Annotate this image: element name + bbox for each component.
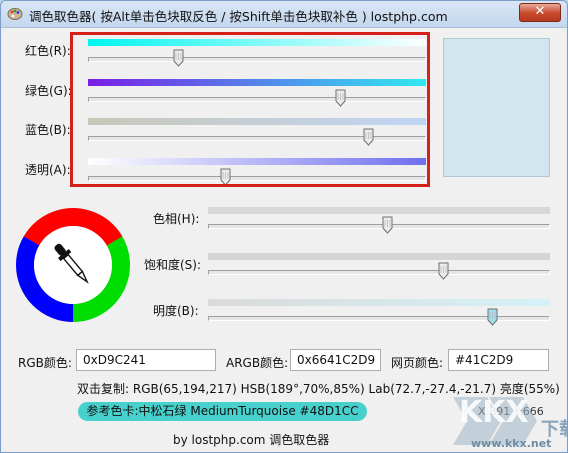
argb-value-field[interactable]: 0x6641C2D9 — [290, 349, 381, 371]
rgb-label: RGB颜色: — [18, 356, 72, 370]
slider-thumb-sliders_hsb-2[interactable] — [487, 308, 498, 326]
watermark-shape-icon — [453, 397, 537, 445]
slider-thumb-sliders_hsb-1[interactable] — [438, 262, 449, 280]
watermark-sub: 下载 — [541, 419, 567, 440]
slider-track-sliders_hsb-0[interactable] — [208, 224, 550, 229]
web-color-field[interactable]: #41C2D9 — [448, 349, 549, 371]
close-button[interactable]: ✕ — [519, 3, 561, 22]
color-preview-swatch[interactable] — [443, 38, 550, 177]
watermark-logo: KKX 下载 www.kkx.net — [449, 393, 567, 451]
color-gradient-bar-sliders_hsb-2[interactable] — [208, 299, 550, 306]
slider-thumb-sliders_hsb-0[interactable] — [382, 216, 393, 234]
slider-label-sliders_top-3: 透明(A): — [25, 162, 71, 177]
color-gradient-bar-sliders_hsb-0[interactable] — [208, 207, 550, 214]
reference-color-badge[interactable]: 参考色卡:中松石绿 MediumTurquoise #48D1CC — [78, 402, 367, 421]
watermark-url: www.kkx.net — [471, 437, 552, 450]
window-title: 调色取色器( 按Alt单击色块取反色 / 按Shift单击色块取补色 ) los… — [29, 9, 448, 24]
title-bar[interactable]: 调色取色器( 按Alt单击色块取反色 / 按Shift单击色块取补色 ) los… — [1, 1, 567, 28]
color-picker-window: 调色取色器( 按Alt单击色块取反色 / 按Shift单击色块取补色 ) los… — [0, 0, 568, 453]
slider-track-sliders_hsb-1[interactable] — [208, 270, 550, 275]
slider-label-sliders_top-0: 红色(R): — [25, 44, 71, 58]
palette-icon — [7, 8, 23, 20]
footer-credit[interactable]: by lostphp.com 调色取色器 — [173, 431, 329, 448]
slider-label-sliders_top-1: 绿色(G): — [25, 83, 72, 98]
slider-label-sliders_top-2: 蓝色(B): — [25, 123, 71, 137]
highlight-box — [70, 32, 430, 187]
color-gradient-bar-sliders_hsb-1[interactable] — [208, 253, 550, 260]
slider-label-sliders_hsb-2: 明度(B): — [153, 304, 199, 318]
copy-values-line[interactable]: 双击复制: RGB(65,194,217) HSB(189°,70%,85%) … — [77, 380, 560, 397]
slider-label-sliders_hsb-0: 色相(H): — [153, 212, 200, 226]
cursor-coordinates: X:891 Y:666 — [478, 405, 544, 418]
slider-label-sliders_hsb-1: 饱和度(S): — [144, 258, 202, 272]
argb-label: ARGB颜色: — [226, 356, 289, 370]
rgb-value-field[interactable]: 0xD9C241 — [76, 349, 216, 371]
slider-track-sliders_hsb-2[interactable] — [208, 316, 550, 321]
web-color-label: 网页颜色: — [391, 356, 444, 370]
color-wheel[interactable] — [15, 207, 131, 323]
